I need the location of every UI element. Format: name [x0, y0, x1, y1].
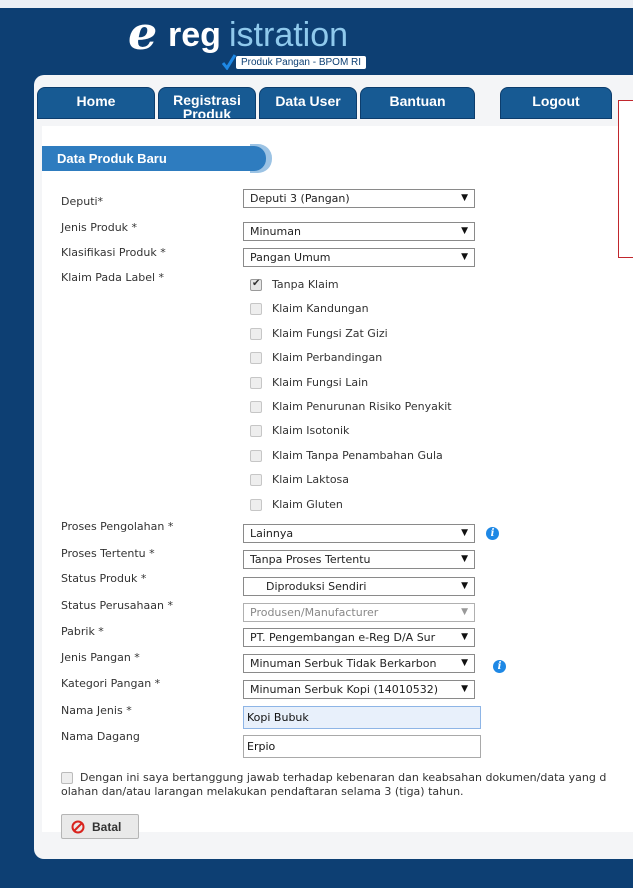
select-proses-tertentu[interactable]: Tanpa Proses Tertentu ▼ — [243, 550, 475, 569]
logo-reg: reg — [168, 16, 221, 54]
nama-jenis-input[interactable]: Kopi Bubuk — [243, 706, 481, 729]
klaim-option-label: Tanpa Klaim — [272, 278, 339, 291]
klaim-checkbox[interactable] — [250, 377, 262, 389]
label-nama-dagang: Nama Dagang — [61, 730, 140, 743]
chevron-down-icon: ▼ — [461, 252, 468, 262]
select-status-perusahaan: Produsen/Manufacturer ▼ — [243, 603, 475, 622]
chevron-down-icon: ▼ — [461, 607, 468, 617]
label-nama-jenis: Nama Jenis * — [61, 704, 132, 717]
klaim-checkbox[interactable] — [250, 303, 262, 315]
klaim-option-label: Klaim Fungsi Lain — [272, 376, 369, 389]
label-proses-pengolahan: Proses Pengolahan * — [61, 520, 174, 533]
select-jenis-produk[interactable]: Minuman ▼ — [243, 222, 475, 241]
klaim-option-label: Klaim Penurunan Risiko Penyakit — [272, 400, 452, 413]
tab-registrasi-produk[interactable]: Registrasi Produk — [158, 87, 256, 119]
select-pabrik[interactable]: PT. Pengembangan e-Reg D/A Sur ▼ — [243, 628, 475, 647]
klaim-checkbox[interactable] — [250, 401, 262, 413]
logo-e: e — [128, 6, 158, 60]
klaim-option-label: Klaim Laktosa — [272, 473, 350, 486]
tab-data-user[interactable]: Data User — [259, 87, 357, 119]
checkmark-icon — [222, 54, 236, 70]
chevron-down-icon: ▼ — [461, 632, 468, 642]
klaim-checkbox[interactable] — [250, 328, 262, 340]
klaim-option-label: Klaim Kandungan — [272, 302, 369, 315]
eregistration-logo: e reg istration Produk Pangan - BPOM RI — [128, 6, 398, 78]
select-status-produk[interactable]: Diproduksi Sendiri ▼ — [243, 577, 475, 596]
tab-logout[interactable]: Logout — [500, 87, 612, 119]
notice-box — [618, 100, 633, 258]
klaim-option-label: Klaim Gluten — [272, 498, 343, 511]
label-klasifikasi-produk: Klasifikasi Produk * — [61, 246, 166, 259]
klaim-checkbox[interactable] — [250, 450, 262, 462]
label-pabrik: Pabrik * — [61, 625, 104, 638]
ban-icon — [71, 820, 85, 834]
info-icon[interactable]: i — [486, 527, 499, 540]
agreement-text-line1: Dengan ini saya bertanggung jawab terhad… — [80, 771, 607, 784]
klaim-checkbox[interactable] — [250, 278, 262, 291]
label-deputi: Deputi* — [61, 195, 104, 208]
label-status-produk: Status Produk * — [61, 572, 147, 585]
nama-dagang-input[interactable]: Erpio — [243, 735, 481, 758]
klaim-option-label: Klaim Perbandingan — [272, 351, 383, 364]
batal-button-label: Batal — [92, 820, 122, 834]
batal-button[interactable]: Batal — [61, 814, 139, 839]
label-jenis-produk: Jenis Produk * — [61, 221, 138, 234]
klaim-checkbox[interactable] — [250, 425, 262, 437]
klaim-checkbox[interactable] — [250, 474, 262, 486]
klaim-option-label: Klaim Isotonik — [272, 424, 350, 437]
chevron-down-icon: ▼ — [461, 684, 468, 694]
agreement-text-line2: olahan dan/atau larangan melakukan penda… — [61, 785, 464, 798]
main-nav: Home Registrasi Produk Data User Bantuan… — [34, 87, 633, 119]
klaim-checkbox[interactable] — [250, 499, 262, 511]
select-deputi[interactable]: Deputi 3 (Pangan) ▼ — [243, 189, 475, 208]
agreement-checkbox[interactable] — [61, 772, 73, 784]
info-icon[interactable]: i — [493, 660, 506, 673]
tab-bantuan[interactable]: Bantuan — [360, 87, 475, 119]
select-kategori-pangan[interactable]: Minuman Serbuk Kopi (14010532) ▼ — [243, 680, 475, 699]
klaim-option-label: Klaim Tanpa Penambahan Gula — [272, 449, 443, 462]
top-strip — [0, 0, 633, 8]
chevron-down-icon: ▼ — [461, 193, 468, 203]
label-klaim-pada-label: Klaim Pada Label * — [61, 271, 165, 284]
section-title: Data Produk Baru — [42, 146, 266, 171]
select-klasifikasi-produk[interactable]: Pangan Umum ▼ — [243, 248, 475, 267]
klaim-option-label: Klaim Fungsi Zat Gizi — [272, 327, 388, 340]
label-proses-tertentu: Proses Tertentu * — [61, 547, 155, 560]
chevron-down-icon: ▼ — [461, 581, 468, 591]
tab-home[interactable]: Home — [37, 87, 155, 119]
label-kategori-pangan: Kategori Pangan * — [61, 677, 161, 690]
label-status-perusahaan: Status Perusahaan * — [61, 599, 173, 612]
form-panel: Data Produk Baru Deputi* Deputi 3 (Panga… — [42, 126, 633, 839]
chevron-down-icon: ▼ — [461, 658, 468, 668]
logo-subtitle: Produk Pangan - BPOM RI — [236, 56, 367, 69]
label-jenis-pangan: Jenis Pangan * — [61, 651, 140, 664]
chevron-down-icon: ▼ — [461, 554, 468, 564]
klaim-checkbox[interactable] — [250, 352, 262, 364]
chevron-down-icon: ▼ — [461, 528, 468, 538]
chevron-down-icon: ▼ — [461, 226, 468, 236]
logo-istration: istration — [229, 16, 349, 54]
select-proses-pengolahan[interactable]: Lainnya ▼ — [243, 524, 475, 543]
select-jenis-pangan[interactable]: Minuman Serbuk Tidak Berkarbon ▼ — [243, 654, 475, 673]
